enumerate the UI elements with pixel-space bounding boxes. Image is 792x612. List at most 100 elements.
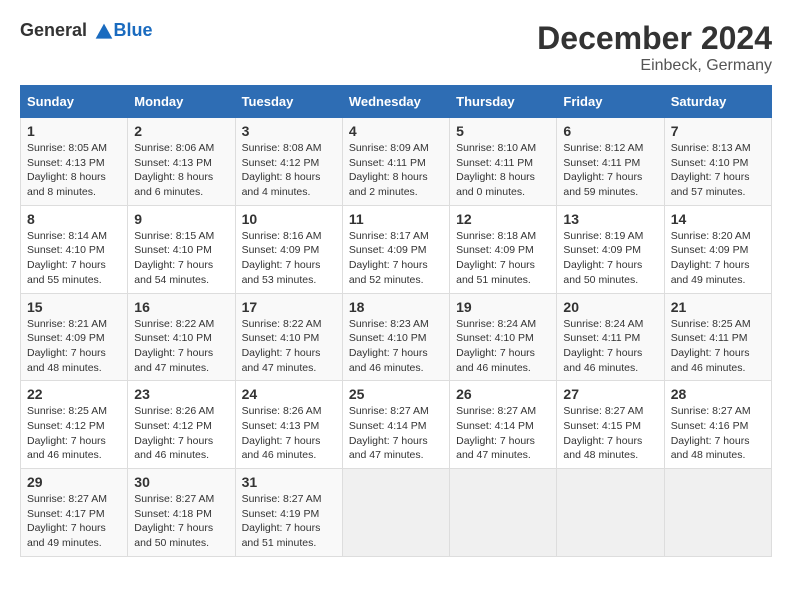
- day-cell: 13Sunrise: 8:19 AMSunset: 4:09 PMDayligh…: [557, 205, 664, 293]
- week-row-1: 1 Sunrise: 8:05 AMSunset: 4:13 PMDaylight…: [21, 118, 772, 206]
- day-number: 24: [242, 386, 336, 402]
- logo-blue: Blue: [114, 20, 153, 40]
- day-number: 3: [242, 123, 336, 139]
- day-cell: 5 Sunrise: 8:10 AMSunset: 4:11 PMDaylight…: [450, 118, 557, 206]
- day-info: Sunrise: 8:16 AMSunset: 4:09 PMDaylight:…: [242, 229, 336, 288]
- day-cell: 31Sunrise: 8:27 AMSunset: 4:19 PMDayligh…: [235, 469, 342, 557]
- day-number: 7: [671, 123, 765, 139]
- day-info: Sunrise: 8:27 AMSunset: 4:16 PMDaylight:…: [671, 404, 765, 463]
- column-header-wednesday: Wednesday: [342, 86, 449, 118]
- day-cell: 9 Sunrise: 8:15 AMSunset: 4:10 PMDaylight…: [128, 205, 235, 293]
- header-row: SundayMondayTuesdayWednesdayThursdayFrid…: [21, 86, 772, 118]
- day-number: 28: [671, 386, 765, 402]
- day-number: 27: [563, 386, 657, 402]
- day-cell: 12 Sunrise: 8:18 AMSunset: 4:09 PMDayligh…: [450, 205, 557, 293]
- day-cell: [342, 469, 449, 557]
- day-cell: 25Sunrise: 8:27 AMSunset: 4:14 PMDayligh…: [342, 381, 449, 469]
- day-info: Sunrise: 8:24 AMSunset: 4:11 PMDaylight:…: [563, 317, 657, 376]
- day-info: Sunrise: 8:06 AMSunset: 4:13 PMDaylight:…: [134, 141, 228, 200]
- day-number: 9: [134, 211, 228, 227]
- column-header-thursday: Thursday: [450, 86, 557, 118]
- column-header-friday: Friday: [557, 86, 664, 118]
- day-info: Sunrise: 8:20 AMSunset: 4:09 PMDaylight:…: [671, 229, 765, 288]
- day-info: Sunrise: 8:26 AMSunset: 4:12 PMDaylight:…: [134, 404, 228, 463]
- day-cell: 30Sunrise: 8:27 AMSunset: 4:18 PMDayligh…: [128, 469, 235, 557]
- day-info: Sunrise: 8:15 AMSunset: 4:10 PMDaylight:…: [134, 229, 228, 288]
- day-info: Sunrise: 8:22 AMSunset: 4:10 PMDaylight:…: [134, 317, 228, 376]
- day-number: 25: [349, 386, 443, 402]
- column-header-tuesday: Tuesday: [235, 86, 342, 118]
- day-cell: 26 Sunrise: 8:27 AMSunset: 4:14 PMDayligh…: [450, 381, 557, 469]
- week-row-5: 29Sunrise: 8:27 AMSunset: 4:17 PMDayligh…: [21, 469, 772, 557]
- day-cell: 24 Sunrise: 8:26 AMSunset: 4:13 PMDayligh…: [235, 381, 342, 469]
- day-cell: 18 Sunrise: 8:23 AMSunset: 4:10 PMDayligh…: [342, 293, 449, 381]
- day-number: 22: [27, 386, 121, 402]
- day-cell: 1 Sunrise: 8:05 AMSunset: 4:13 PMDaylight…: [21, 118, 128, 206]
- day-number: 1: [27, 123, 121, 139]
- week-row-3: 15 Sunrise: 8:21 AMSunset: 4:09 PMDayligh…: [21, 293, 772, 381]
- day-number: 15: [27, 299, 121, 315]
- day-cell: 15 Sunrise: 8:21 AMSunset: 4:09 PMDayligh…: [21, 293, 128, 381]
- day-info: Sunrise: 8:26 AMSunset: 4:13 PMDaylight:…: [242, 404, 336, 463]
- day-info: Sunrise: 8:21 AMSunset: 4:09 PMDaylight:…: [27, 317, 121, 376]
- day-info: Sunrise: 8:27 AMSunset: 4:17 PMDaylight:…: [27, 492, 121, 551]
- day-number: 5: [456, 123, 550, 139]
- day-info: Sunrise: 8:12 AMSunset: 4:11 PMDaylight:…: [563, 141, 657, 200]
- day-cell: 27Sunrise: 8:27 AMSunset: 4:15 PMDayligh…: [557, 381, 664, 469]
- day-info: Sunrise: 8:13 AMSunset: 4:10 PMDaylight:…: [671, 141, 765, 200]
- day-cell: 4Sunrise: 8:09 AMSunset: 4:11 PMDaylight…: [342, 118, 449, 206]
- header: General Blue December 2024 Einbeck, Germ…: [20, 20, 772, 75]
- day-info: Sunrise: 8:22 AMSunset: 4:10 PMDaylight:…: [242, 317, 336, 376]
- day-number: 10: [242, 211, 336, 227]
- day-cell: 17 Sunrise: 8:22 AMSunset: 4:10 PMDayligh…: [235, 293, 342, 381]
- day-info: Sunrise: 8:27 AMSunset: 4:18 PMDaylight:…: [134, 492, 228, 551]
- day-info: Sunrise: 8:19 AMSunset: 4:09 PMDaylight:…: [563, 229, 657, 288]
- day-cell: 7 Sunrise: 8:13 AMSunset: 4:10 PMDaylight…: [664, 118, 771, 206]
- column-header-saturday: Saturday: [664, 86, 771, 118]
- day-cell: 10 Sunrise: 8:16 AMSunset: 4:09 PMDayligh…: [235, 205, 342, 293]
- day-info: Sunrise: 8:05 AMSunset: 4:13 PMDaylight:…: [27, 141, 121, 200]
- week-row-2: 8 Sunrise: 8:14 AMSunset: 4:10 PMDaylight…: [21, 205, 772, 293]
- main-title: December 2024: [537, 20, 772, 57]
- day-info: Sunrise: 8:25 AMSunset: 4:11 PMDaylight:…: [671, 317, 765, 376]
- day-number: 8: [27, 211, 121, 227]
- day-cell: 14 Sunrise: 8:20 AMSunset: 4:09 PMDayligh…: [664, 205, 771, 293]
- day-number: 14: [671, 211, 765, 227]
- day-cell: [450, 469, 557, 557]
- day-cell: 19Sunrise: 8:24 AMSunset: 4:10 PMDayligh…: [450, 293, 557, 381]
- day-number: 19: [456, 299, 550, 315]
- day-info: Sunrise: 8:14 AMSunset: 4:10 PMDaylight:…: [27, 229, 121, 288]
- logo: General Blue: [20, 20, 153, 42]
- day-number: 20: [563, 299, 657, 315]
- day-info: Sunrise: 8:18 AMSunset: 4:09 PMDaylight:…: [456, 229, 550, 288]
- day-number: 16: [134, 299, 228, 315]
- day-cell: 6 Sunrise: 8:12 AMSunset: 4:11 PMDaylight…: [557, 118, 664, 206]
- day-info: Sunrise: 8:25 AMSunset: 4:12 PMDaylight:…: [27, 404, 121, 463]
- day-number: 18: [349, 299, 443, 315]
- logo-icon: [94, 22, 114, 42]
- day-cell: [664, 469, 771, 557]
- day-cell: 2Sunrise: 8:06 AMSunset: 4:13 PMDaylight…: [128, 118, 235, 206]
- day-info: Sunrise: 8:27 AMSunset: 4:19 PMDaylight:…: [242, 492, 336, 551]
- day-cell: 11Sunrise: 8:17 AMSunset: 4:09 PMDayligh…: [342, 205, 449, 293]
- logo-general: General: [20, 20, 87, 40]
- day-info: Sunrise: 8:17 AMSunset: 4:09 PMDaylight:…: [349, 229, 443, 288]
- day-info: Sunrise: 8:10 AMSunset: 4:11 PMDaylight:…: [456, 141, 550, 200]
- subtitle: Einbeck, Germany: [537, 57, 772, 75]
- day-number: 21: [671, 299, 765, 315]
- day-info: Sunrise: 8:08 AMSunset: 4:12 PMDaylight:…: [242, 141, 336, 200]
- day-number: 6: [563, 123, 657, 139]
- day-cell: 3 Sunrise: 8:08 AMSunset: 4:12 PMDaylight…: [235, 118, 342, 206]
- day-cell: 23Sunrise: 8:26 AMSunset: 4:12 PMDayligh…: [128, 381, 235, 469]
- day-number: 26: [456, 386, 550, 402]
- day-info: Sunrise: 8:27 AMSunset: 4:14 PMDaylight:…: [456, 404, 550, 463]
- week-row-4: 22 Sunrise: 8:25 AMSunset: 4:12 PMDayligh…: [21, 381, 772, 469]
- day-info: Sunrise: 8:09 AMSunset: 4:11 PMDaylight:…: [349, 141, 443, 200]
- title-area: December 2024 Einbeck, Germany: [537, 20, 772, 75]
- day-info: Sunrise: 8:23 AMSunset: 4:10 PMDaylight:…: [349, 317, 443, 376]
- day-number: 12: [456, 211, 550, 227]
- day-cell: 28 Sunrise: 8:27 AMSunset: 4:16 PMDayligh…: [664, 381, 771, 469]
- day-cell: 29Sunrise: 8:27 AMSunset: 4:17 PMDayligh…: [21, 469, 128, 557]
- calendar-table: SundayMondayTuesdayWednesdayThursdayFrid…: [20, 85, 772, 557]
- day-number: 17: [242, 299, 336, 315]
